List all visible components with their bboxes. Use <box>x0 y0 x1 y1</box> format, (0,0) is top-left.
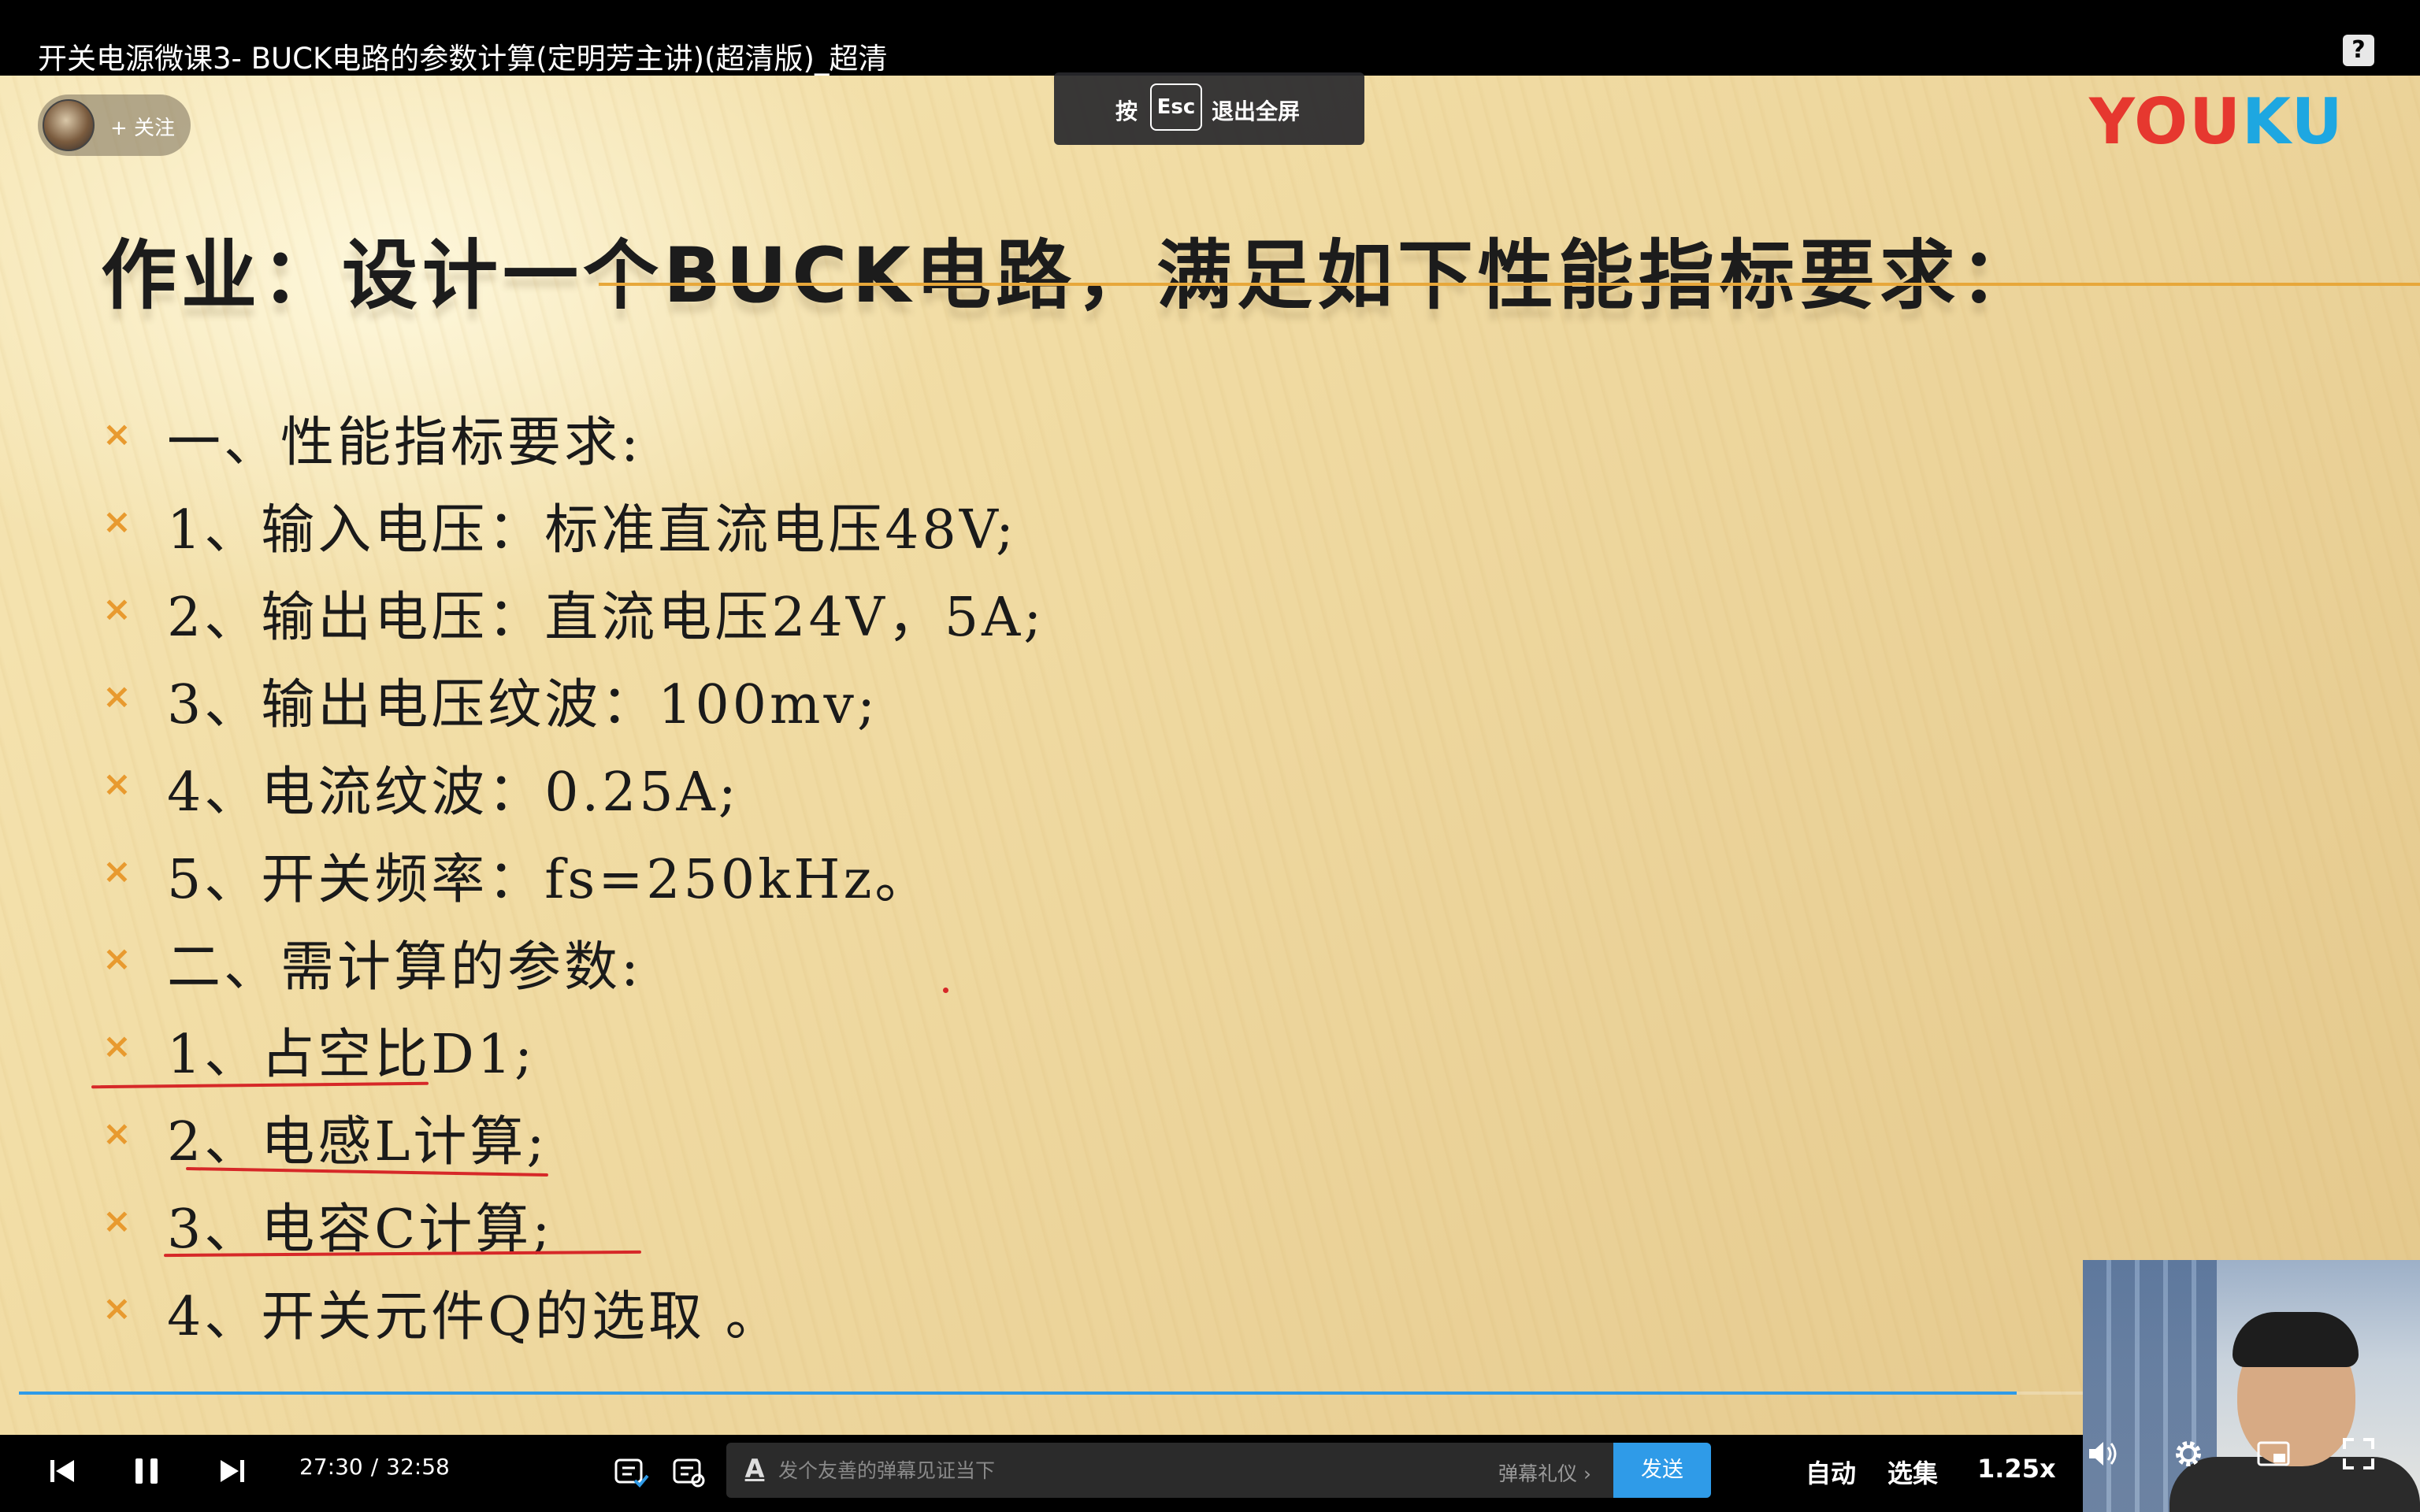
follow-button[interactable]: + 关注 <box>38 94 191 156</box>
bullet-mark-icon: × <box>102 589 132 629</box>
presenter-video <box>2083 1260 2420 1512</box>
youku-logo: YOUKU <box>2089 85 2344 158</box>
time-display: 27:30 / 32:58 <box>299 1454 450 1480</box>
bullet-text: 一、性能指标要求: <box>167 412 642 474</box>
text-style-icon[interactable]: A <box>740 1454 769 1485</box>
time-current: 27:30 <box>299 1454 363 1480</box>
bullet-text: 3、输出电压纹波：100mv; <box>167 674 878 736</box>
presenter-hair <box>2233 1312 2359 1367</box>
bullet-text: 1、占空比D1; <box>167 1024 536 1086</box>
bullet-mark-icon: × <box>102 764 132 804</box>
danmaku-input[interactable] <box>778 1451 1409 1490</box>
bullet-mark-icon: × <box>102 676 132 717</box>
bullet-mark-icon: × <box>102 939 132 979</box>
speed-button[interactable]: 1.25x <box>1977 1454 2056 1484</box>
picture-in-picture-icon[interactable] <box>2255 1435 2292 1473</box>
bullet-mark-icon: × <box>102 851 132 891</box>
danmaku-toggle-icon[interactable] <box>611 1454 649 1492</box>
bullet-mark-icon: × <box>102 1026 132 1066</box>
video-frame[interactable]: 作业：设计一个BUCK电路，满足如下性能指标要求： × 一、性能指标要求: × … <box>0 76 2420 1435</box>
danmaku-settings-icon[interactable] <box>670 1454 707 1492</box>
bullet-mark-icon: × <box>102 414 132 454</box>
logo-part-red: YOU <box>2089 85 2243 158</box>
bullet-text: 4、开关元件Q的选取 。 <box>167 1286 782 1348</box>
danmaku-etiquette-link[interactable]: 弹幕礼仪 › <box>1498 1458 1591 1487</box>
follow-label: + 关注 <box>110 117 176 140</box>
player-controls: 27:30 / 32:58 A 弹幕礼仪 › 发送 自动 选集 1.25x <box>0 1435 2083 1512</box>
settings-gear-icon[interactable] <box>2169 1435 2207 1473</box>
bullet-text: 5、开关频率：fs=250kHz。 <box>167 849 932 911</box>
esc-key: Esc <box>1150 83 1202 131</box>
slide-title: 作业：设计一个BUCK电路，满足如下性能指标要求： <box>101 232 2040 320</box>
bullet-text: 1、输入电压：标准直流电压48V; <box>167 499 1017 561</box>
quality-button[interactable]: 自动 <box>1806 1454 1856 1490</box>
exit-fullscreen-toast: 按 Esc 退出全屏 <box>1054 72 1364 145</box>
pause-icon[interactable] <box>128 1452 165 1490</box>
logo-part-blue: KU <box>2242 85 2344 158</box>
progress-bar[interactable] <box>19 1392 2401 1395</box>
episodes-button[interactable]: 选集 <box>1887 1454 1938 1490</box>
video-title: 开关电源微课3- BUCK电路的参数计算(定明芳主讲)(超清版)_超清 <box>38 42 888 76</box>
toast-exit-text: 退出全屏 <box>1212 98 1301 124</box>
bullet-text: 2、输出电压：直流电压24V，5A; <box>167 587 1045 649</box>
fullscreen-icon[interactable] <box>2340 1435 2377 1473</box>
bullet-text: 4、电流纹波：0.25A; <box>167 762 740 824</box>
next-icon[interactable] <box>213 1452 251 1490</box>
volume-icon[interactable] <box>2084 1435 2122 1473</box>
annotation-dot <box>943 988 948 993</box>
bullet-mark-icon: × <box>102 1288 132 1329</box>
bullet-mark-icon: × <box>102 1114 132 1154</box>
progress-fill <box>19 1392 2017 1395</box>
send-button[interactable]: 发送 <box>1613 1443 1711 1498</box>
toast-press-text: 按 <box>1115 98 1138 124</box>
time-total: 32:58 <box>386 1454 450 1480</box>
help-icon[interactable]: ? <box>2343 35 2374 66</box>
title-bar: 开关电源微课3- BUCK电路的参数计算(定明芳主讲)(超清版)_超清 ? <box>0 0 2420 76</box>
bullet-mark-icon: × <box>102 502 132 542</box>
bullet-text: 2、电感L计算; <box>167 1111 548 1173</box>
previous-icon[interactable] <box>44 1452 82 1490</box>
avatar[interactable] <box>43 99 95 151</box>
title-rule <box>599 283 2420 286</box>
bullet-text: 二、需计算的参数: <box>167 936 642 999</box>
time-separator: / <box>370 1454 379 1480</box>
bullet-mark-icon: × <box>102 1201 132 1241</box>
danmaku-bar: A 弹幕礼仪 › 发送 <box>726 1443 1711 1498</box>
